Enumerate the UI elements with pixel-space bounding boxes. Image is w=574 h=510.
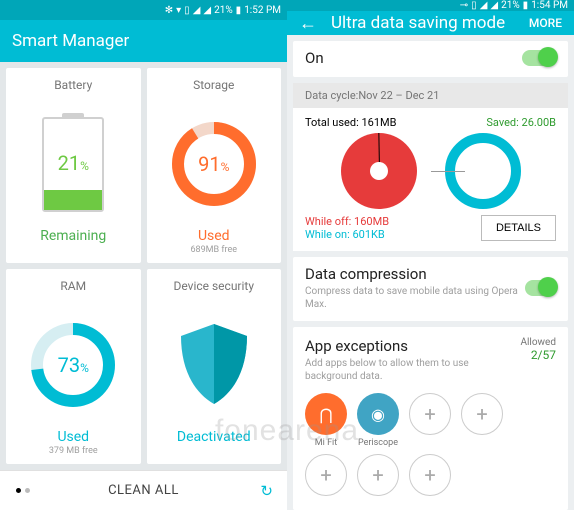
add-app-button[interactable]: + <box>357 454 399 496</box>
ultra-data-saving-screen: ⊸ ▯ ◢ ◢ 21% ▮ 1:54 PM ← Ultra data savin… <box>287 0 574 510</box>
plus-icon: + <box>461 393 503 435</box>
card-title: Storage <box>193 78 234 92</box>
app-mifit[interactable]: ⋂ Mi Fit <box>305 393 347 448</box>
refresh-icon[interactable]: ↻ <box>260 482 273 500</box>
app-label: Mi Fit <box>315 438 337 448</box>
battery-card[interactable]: Battery 21% Remaining <box>6 68 141 263</box>
saved-label: Saved: 26.00B <box>486 116 556 129</box>
card-sub: 689MB free <box>190 245 237 255</box>
compression-toggle[interactable] <box>525 280 556 296</box>
storage-value: 91% <box>198 152 229 176</box>
on-label: On <box>305 49 324 67</box>
signal-icon: ◢ <box>480 0 488 11</box>
sim-icon: ▯ <box>184 5 190 16</box>
back-icon[interactable]: ← <box>299 13 317 34</box>
allowed-count: 2/57 <box>520 348 556 362</box>
while-off-label: While off: 160MB <box>305 215 389 228</box>
allowed-label: Allowed <box>520 337 556 348</box>
add-app-button[interactable]: + <box>409 454 451 496</box>
card-footer: Remaining <box>40 228 106 244</box>
compression-section[interactable]: Data compression Compress data to save m… <box>293 257 568 321</box>
add-app-button[interactable]: + <box>461 393 503 448</box>
usage-charts <box>305 133 556 209</box>
ram-value: 73% <box>58 353 89 377</box>
total-used-label: Total used: 161MB <box>305 116 396 129</box>
exceptions-sub: Add apps below to allow them to use back… <box>305 357 520 383</box>
dot-active <box>16 488 21 493</box>
battery-fill <box>44 190 102 209</box>
battery-value: 21% <box>58 151 89 175</box>
mifit-icon: ⋂ <box>305 393 347 435</box>
signal-icon: ◢ <box>490 0 498 11</box>
plus-icon: + <box>305 454 347 496</box>
clock: 1:52 PM <box>244 5 281 16</box>
card-footer: Deactivated <box>177 429 251 445</box>
card-title: RAM <box>60 279 86 293</box>
page-indicator <box>16 488 30 493</box>
app-bar: ← Ultra data saving mode MORE <box>287 11 574 35</box>
compression-sub: Compress data to save mobile data using … <box>305 285 525 311</box>
ram-donut: 73% <box>27 319 119 411</box>
saved-ring <box>445 133 521 209</box>
app-label: Periscope <box>358 438 398 448</box>
battery-icon: ▮ <box>236 5 242 16</box>
shield-icon <box>174 320 254 410</box>
plus-icon: + <box>357 454 399 496</box>
used-pie <box>341 133 417 209</box>
apps-row: ⋂ Mi Fit ◉ Periscope + + <box>305 393 556 448</box>
master-toggle[interactable] <box>522 50 556 66</box>
ram-card[interactable]: RAM 73% Used 379 MB free <box>6 269 141 464</box>
bottom-bar: CLEAN ALL ↻ <box>0 470 287 510</box>
card-sub: 379 MB free <box>49 446 98 456</box>
clock: 1:54 PM <box>531 0 568 11</box>
cards-grid: Battery 21% Remaining Storage 91% Used 6… <box>0 62 287 470</box>
app-title: Smart Manager <box>12 31 129 51</box>
clean-all-button[interactable]: CLEAN ALL <box>108 483 179 498</box>
app-bar: Smart Manager <box>0 20 287 62</box>
bluetooth-icon: ✻ <box>165 5 173 16</box>
card-title: Battery <box>54 78 92 92</box>
card-footer: Used <box>198 228 230 244</box>
plus-icon: + <box>409 393 451 435</box>
battery-icon: ▮ <box>523 0 529 11</box>
smart-manager-screen: ✻ ▾ ▯ ◢ ◢ 21% ▮ 1:52 PM Smart Manager Ba… <box>0 0 287 510</box>
security-card[interactable]: Device security Deactivated <box>147 269 282 464</box>
details-button[interactable]: DETAILS <box>481 215 556 241</box>
compression-title: Data compression <box>305 265 525 283</box>
dot-inactive <box>25 488 30 493</box>
periscope-icon: ◉ <box>357 393 399 435</box>
while-on-label: While on: 601KB <box>305 228 389 241</box>
storage-card[interactable]: Storage 91% Used 689MB free <box>147 68 282 263</box>
data-cycle-label: Data cycle:Nov 22 – Dec 21 <box>293 83 568 108</box>
signal-icon: ◢ <box>193 5 201 16</box>
signal-icon: ◢ <box>203 5 211 16</box>
usage-section: Total used: 161MB Saved: 26.00B While of… <box>293 108 568 251</box>
exceptions-section: App exceptions Add apps below to allow t… <box>293 327 568 510</box>
battery-pct: 21% <box>501 0 520 11</box>
on-section: On <box>293 41 568 77</box>
key-icon: ⊸ <box>460 0 468 11</box>
status-bar: ⊸ ▯ ◢ ◢ 21% ▮ 1:54 PM <box>287 0 574 11</box>
battery-pct: 21% <box>214 5 233 16</box>
battery-gauge: 21% <box>42 117 104 212</box>
status-bar: ✻ ▾ ▯ ◢ ◢ 21% ▮ 1:52 PM <box>0 0 287 20</box>
wifi-icon: ▾ <box>176 5 181 16</box>
plus-icon: + <box>409 454 451 496</box>
card-footer: Used <box>57 429 89 445</box>
exceptions-title: App exceptions <box>305 337 520 355</box>
apps-row-2: + + + <box>305 454 556 496</box>
storage-donut: 91% <box>168 118 260 210</box>
more-button[interactable]: MORE <box>529 16 562 30</box>
add-app-button[interactable]: + <box>409 393 451 448</box>
card-title: Device security <box>173 279 254 293</box>
app-title: Ultra data saving mode <box>331 13 505 33</box>
app-periscope[interactable]: ◉ Periscope <box>357 393 399 448</box>
add-app-button[interactable]: + <box>305 454 347 496</box>
sim-icon: ▯ <box>471 0 477 11</box>
